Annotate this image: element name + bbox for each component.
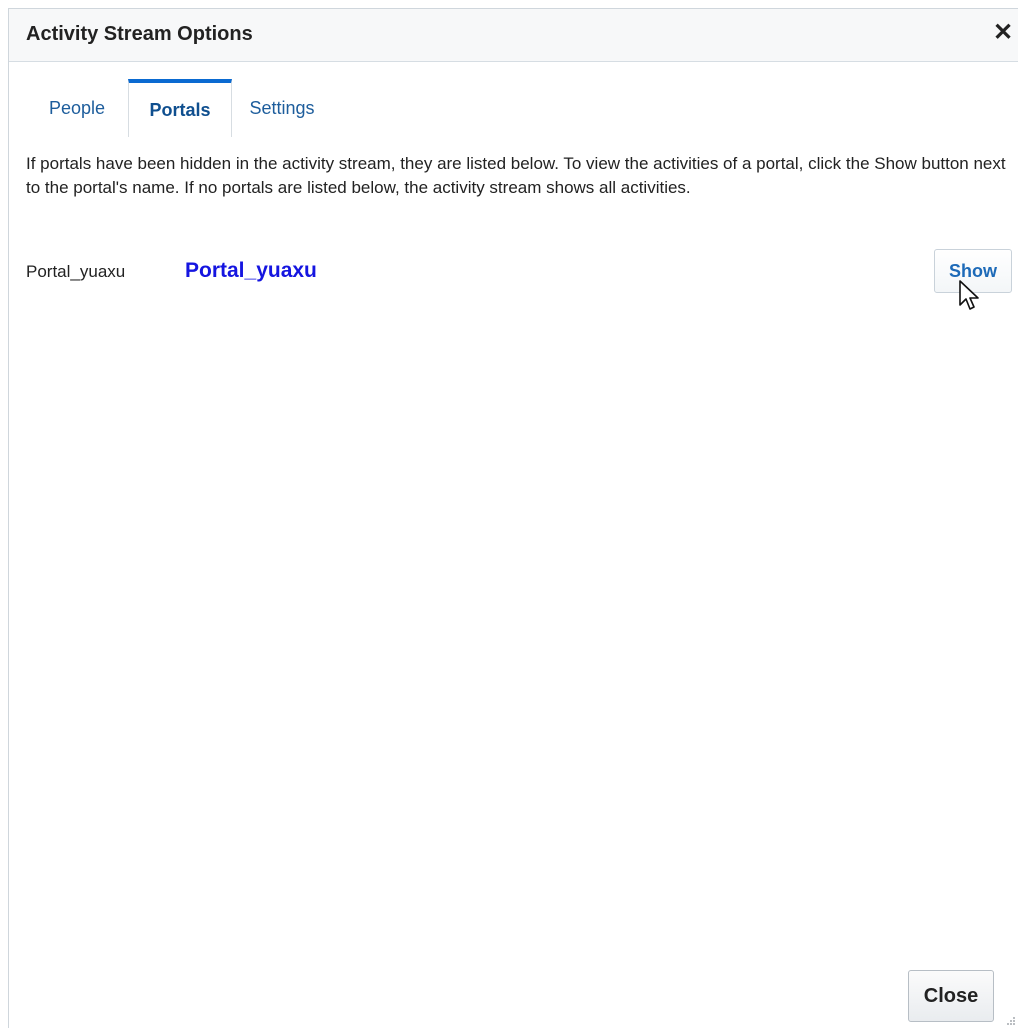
tab-settings[interactable]: Settings bbox=[232, 79, 332, 137]
tab-portals[interactable]: Portals bbox=[128, 79, 232, 137]
mouse-pointer-icon bbox=[959, 280, 979, 310]
activity-stream-options-dialog: Activity Stream Options ✕ People Portals… bbox=[8, 8, 1018, 1028]
options-tabs: People Portals Settings bbox=[26, 79, 1018, 137]
close-button[interactable]: Close bbox=[908, 970, 994, 1022]
portals-description: If portals have been hidden in the activ… bbox=[26, 154, 1006, 197]
portal-link[interactable]: Portal_yuaxu bbox=[185, 259, 317, 283]
dialog-title: Activity Stream Options bbox=[26, 23, 253, 45]
close-icon[interactable]: ✕ bbox=[990, 19, 1016, 47]
tab-people[interactable]: People bbox=[26, 79, 128, 137]
dialog-titlebar: Activity Stream Options ✕ bbox=[9, 9, 1018, 62]
resize-grip-icon[interactable] bbox=[1004, 1014, 1016, 1026]
portal-name-label: Portal_yuaxu bbox=[26, 262, 126, 281]
portal-row: Portal_yuaxu Portal_yuaxu Show bbox=[26, 249, 1018, 299]
